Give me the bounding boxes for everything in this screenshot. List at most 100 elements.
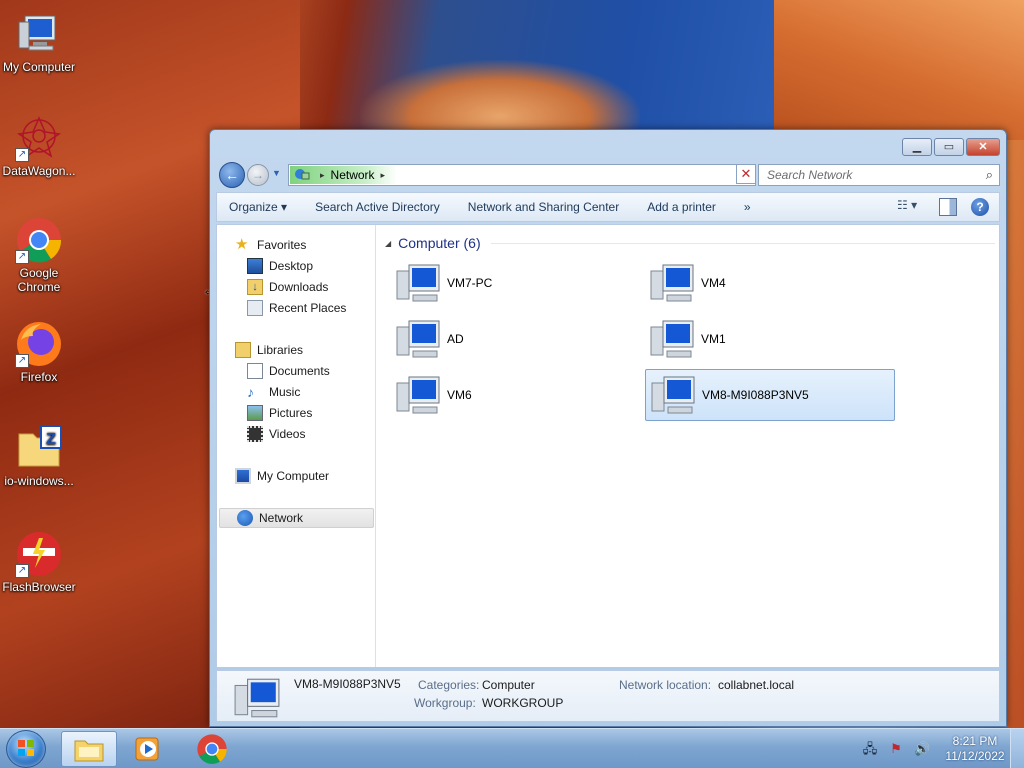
desktop-icon-flashbrowser[interactable]: ↗ FlashBrowser <box>0 530 78 594</box>
desktop-icon-io-windows[interactable]: Z io-windows... <box>0 424 78 488</box>
clock-date: 11/12/2022 <box>945 749 1005 763</box>
address-crumb[interactable]: ▸ Network ▸ <box>290 166 398 184</box>
desktop-icon-my-computer[interactable]: My Computer <box>0 10 78 74</box>
computer-name: VM8-M9I088P3NV5 <box>702 388 809 402</box>
network-sharing-center-button[interactable]: Network and Sharing Center <box>468 200 619 214</box>
nav-favorites-label: Favorites <box>257 238 307 252</box>
computer-icon <box>235 468 251 484</box>
documents-icon <box>247 363 263 379</box>
computer-name: VM4 <box>701 276 726 290</box>
shortcut-arrow-icon: ↗ <box>15 250 29 264</box>
desktop-folder-icon <box>247 258 263 274</box>
group-header-computer[interactable]: ◢ Computer (6) <box>385 235 995 251</box>
shortcut-arrow-icon: ↗ <box>15 354 29 368</box>
nav-desktop-label: Desktop <box>269 259 314 273</box>
add-printer-button[interactable]: Add a printer <box>647 200 716 214</box>
computer-item[interactable]: VM1 <box>645 313 895 365</box>
search-icon[interactable]: ⌕ <box>986 167 993 183</box>
computer-item[interactable]: VM4 <box>645 257 895 309</box>
wallpaper-rock-right <box>774 0 1024 140</box>
content-area: ★ Favorites Desktop ↓ Downloads Recent P… <box>216 224 1000 668</box>
window-caption-buttons: ▁ ▭ ✕ <box>902 138 1000 156</box>
nav-recent-places[interactable]: Recent Places <box>247 298 346 318</box>
clear-address-icon[interactable]: ✕ <box>736 164 756 184</box>
group-divider <box>490 242 995 244</box>
recent-pages-dropdown-icon[interactable]: ▼ <box>272 168 284 182</box>
nav-documents-label: Documents <box>269 364 330 378</box>
nav-my-computer[interactable]: My Computer <box>235 466 329 486</box>
desktop-icon-chrome[interactable]: ↗ Google Chrome <box>0 216 78 294</box>
computer-item[interactable]: VM7-PC <box>391 257 641 309</box>
start-button[interactable] <box>6 730 46 768</box>
nav-libraries[interactable]: Libraries <box>235 340 303 360</box>
search-active-directory-button[interactable]: Search Active Directory <box>315 200 440 214</box>
nav-downloads-label: Downloads <box>269 280 329 294</box>
music-icon: ♪ <box>247 384 254 400</box>
address-crumb-label[interactable]: Network <box>331 168 375 182</box>
computer-icon <box>650 264 694 302</box>
nav-network[interactable]: Network <box>219 508 374 528</box>
videos-icon <box>247 426 263 442</box>
collapse-group-icon[interactable]: ◢ <box>385 239 391 248</box>
more-commands-button[interactable]: » <box>744 200 751 214</box>
computer-icon <box>396 376 440 414</box>
address-bar[interactable]: ▸ Network ▸ ▼ <box>288 164 756 186</box>
details-network-location-value: collabnet.local <box>718 678 795 692</box>
preview-pane-icon[interactable] <box>939 198 957 216</box>
desktop-icon-label: io-windows... <box>4 474 74 488</box>
details-workgroup-value: WORKGROUP <box>482 696 564 710</box>
organize-label: Organize <box>229 200 278 214</box>
details-network-location-label: Network location: <box>619 678 712 692</box>
change-view-icon[interactable]: ☷ ▾ <box>897 198 925 216</box>
clock-time: 8:21 PM <box>952 734 998 748</box>
forward-button[interactable]: → <box>247 164 269 186</box>
clock[interactable]: 8:21 PM 11/12/2022 <box>940 734 1010 764</box>
crumb-chevron-icon[interactable]: ▸ <box>381 170 386 181</box>
flashbrowser-icon: ↗ <box>15 530 63 578</box>
computer-name: VM1 <box>701 332 726 346</box>
crumb-separator-icon[interactable]: ▸ <box>320 170 325 181</box>
libraries-icon <box>235 342 251 358</box>
minimize-button[interactable]: ▁ <box>902 138 932 156</box>
group-title: Computer (6) <box>398 235 481 251</box>
search-input[interactable]: Search Network ⌕ <box>758 164 1000 186</box>
action-center-icon[interactable]: ⚑ <box>888 741 904 757</box>
computer-item[interactable]: VM6 <box>391 369 641 421</box>
computer-item-selected[interactable]: VM8-M9I088P3NV5 <box>645 369 895 421</box>
volume-icon[interactable]: 🔊 <box>914 741 930 757</box>
maximize-button[interactable]: ▭ <box>934 138 964 156</box>
nav-videos[interactable]: Videos <box>247 424 305 444</box>
network-icon <box>295 169 310 180</box>
downloads-folder-icon: ↓ <box>247 279 263 295</box>
network-tray-icon[interactable]: 🖧 <box>862 741 878 757</box>
computer-item[interactable]: AD <box>391 313 641 365</box>
zip-folder-icon: Z <box>15 424 63 472</box>
taskbar-explorer-button[interactable] <box>61 731 117 767</box>
nav-recent-places-label: Recent Places <box>269 301 347 315</box>
system-tray: 🖧 ⚑ 🔊 8:21 PM 11/12/2022 <box>862 729 1024 768</box>
nav-my-computer-label: My Computer <box>257 469 330 483</box>
items-view: ◢ Computer (6) VM7-PC VM4 AD VM1 VM6 VM8… <box>377 225 999 667</box>
back-button[interactable]: ← <box>219 162 245 188</box>
nav-videos-label: Videos <box>269 427 306 441</box>
nav-documents[interactable]: Documents <box>247 361 330 381</box>
shortcut-arrow-icon: ↗ <box>15 564 29 578</box>
nav-desktop[interactable]: Desktop <box>247 256 313 276</box>
help-icon[interactable]: ? <box>971 198 989 216</box>
desktop-icon-firefox[interactable]: ↗ Firefox <box>0 320 78 384</box>
taskbar-media-player-button[interactable] <box>120 731 176 767</box>
nav-favorites[interactable]: ★ Favorites <box>235 235 306 255</box>
nav-libraries-label: Libraries <box>257 343 304 357</box>
desktop-icon-datawagon[interactable]: ↗ DataWagon... <box>0 114 78 178</box>
search-placeholder: Search Network <box>767 168 853 182</box>
nav-music[interactable]: ♪ Music <box>247 382 300 402</box>
explorer-window[interactable]: ▁ ▭ ✕ ← → ▼ ▸ Network ▸ ▼ ✕ Search Netwo… <box>209 129 1007 727</box>
taskbar-chrome-button[interactable] <box>184 731 240 767</box>
nav-downloads[interactable]: ↓ Downloads <box>247 277 328 297</box>
nav-pictures[interactable]: Pictures <box>247 403 312 423</box>
computer-icon <box>396 320 440 358</box>
close-button[interactable]: ✕ <box>966 138 1000 156</box>
view-controls: ☷ ▾ ? <box>897 198 989 216</box>
organize-button[interactable]: Organize ▾ <box>229 200 287 214</box>
show-desktop-button[interactable] <box>1010 729 1024 768</box>
